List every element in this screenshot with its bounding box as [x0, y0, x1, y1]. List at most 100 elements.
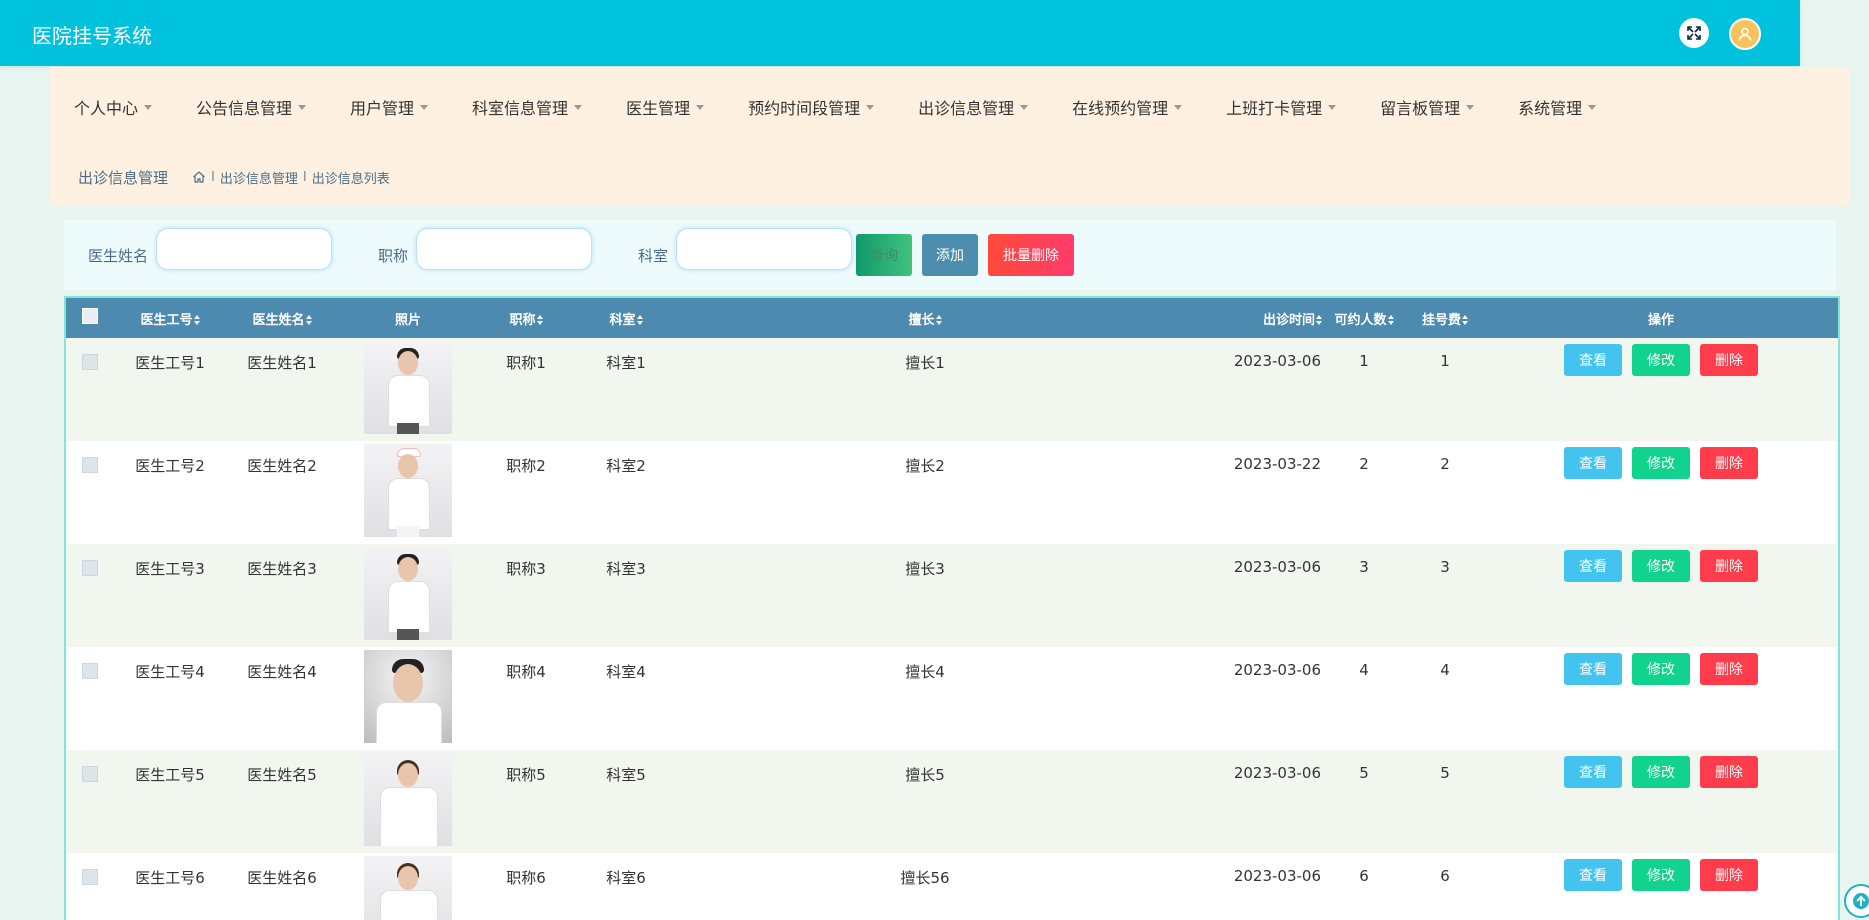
header-doctor-id[interactable]: 医生工号	[114, 298, 226, 338]
arrow-up-icon	[1852, 892, 1869, 910]
nav-item[interactable]: 上班打卡管理	[1226, 95, 1336, 119]
nav-item[interactable]: 留言板管理	[1380, 95, 1474, 119]
nav-item[interactable]: 用户管理	[350, 95, 428, 119]
delete-button[interactable]: 删除	[1700, 447, 1758, 479]
nav-item[interactable]: 在线预约管理	[1072, 95, 1182, 119]
view-button[interactable]: 查看	[1564, 344, 1622, 376]
chevron-down-icon	[1466, 105, 1474, 110]
search-bar: 医生姓名 职称 科室 查询 添加 批量删除	[64, 220, 1836, 290]
cell-department: 科室4	[574, 647, 678, 750]
delete-button[interactable]: 删除	[1700, 653, 1758, 685]
breadcrumb-separator: I	[303, 170, 307, 185]
header-visit-time[interactable]: 出诊时间	[1172, 298, 1322, 338]
edit-button[interactable]: 修改	[1632, 756, 1690, 788]
cell-doctor-name: 医生姓名6	[226, 853, 338, 920]
department-input[interactable]	[676, 228, 852, 270]
chevron-down-icon	[1020, 105, 1028, 110]
breadcrumb-level-2: 出诊信息列表	[312, 168, 390, 187]
delete-button[interactable]: 删除	[1700, 756, 1758, 788]
delete-button[interactable]: 删除	[1700, 344, 1758, 376]
sort-icon	[1462, 315, 1468, 325]
row-checkbox[interactable]	[82, 663, 98, 679]
search-button[interactable]: 查询	[856, 234, 912, 276]
department-label: 科室	[638, 245, 668, 266]
nav-item-label: 留言板管理	[1380, 95, 1460, 119]
title-input[interactable]	[416, 228, 592, 270]
breadcrumb-level-1[interactable]: 出诊信息管理	[220, 168, 298, 187]
doctor-photo	[364, 444, 452, 537]
cell-title: 职称6	[478, 853, 574, 920]
nav-item[interactable]: 个人中心	[74, 95, 152, 119]
title-label: 职称	[378, 245, 408, 266]
doctor-photo	[364, 856, 452, 920]
cell-visit-time: 2023-03-06	[1172, 338, 1322, 441]
cell-department: 科室3	[574, 544, 678, 647]
delete-button[interactable]: 删除	[1700, 859, 1758, 891]
cell-specialty: 擅长5	[678, 750, 1172, 853]
cell-specialty: 擅长3	[678, 544, 1172, 647]
cell-capacity: 3	[1322, 544, 1406, 647]
row-checkbox[interactable]	[82, 560, 98, 576]
cell-specialty: 擅长56	[678, 853, 1172, 920]
header-title[interactable]: 职称	[478, 298, 574, 338]
cell-capacity: 1	[1322, 338, 1406, 441]
cell-visit-time: 2023-03-22	[1172, 441, 1322, 544]
cell-capacity: 2	[1322, 441, 1406, 544]
doctor-name-input[interactable]	[156, 228, 332, 270]
nav-item[interactable]: 科室信息管理	[472, 95, 582, 119]
nav-item-label: 个人中心	[74, 95, 138, 119]
edit-button[interactable]: 修改	[1632, 447, 1690, 479]
row-checkbox[interactable]	[82, 766, 98, 782]
cell-specialty: 擅长1	[678, 338, 1172, 441]
header-specialty[interactable]: 擅长	[678, 298, 1172, 338]
header-fee[interactable]: 挂号费	[1406, 298, 1484, 338]
view-button[interactable]: 查看	[1564, 447, 1622, 479]
edit-button[interactable]: 修改	[1632, 550, 1690, 582]
add-button[interactable]: 添加	[922, 234, 978, 276]
select-all-checkbox[interactable]	[82, 308, 98, 324]
header-capacity[interactable]: 可约人数	[1322, 298, 1406, 338]
nav-item[interactable]: 出诊信息管理	[918, 95, 1028, 119]
nav-item-label: 公告信息管理	[196, 95, 292, 119]
chevron-down-icon	[1588, 105, 1596, 110]
edit-button[interactable]: 修改	[1632, 344, 1690, 376]
fullscreen-button[interactable]	[1679, 18, 1709, 48]
cell-department: 科室1	[574, 338, 678, 441]
row-checkbox[interactable]	[82, 869, 98, 885]
cell-doctor-name: 医生姓名4	[226, 647, 338, 750]
nav-item-label: 用户管理	[350, 95, 414, 119]
cell-doctor-id: 医生工号4	[114, 647, 226, 750]
scroll-top-button[interactable]	[1844, 884, 1869, 918]
nav-item[interactable]: 系统管理	[1518, 95, 1596, 119]
nav-item-label: 出诊信息管理	[918, 95, 1014, 119]
cell-fee: 2	[1406, 441, 1484, 544]
row-checkbox[interactable]	[82, 354, 98, 370]
fullscreen-icon	[1686, 25, 1702, 41]
doctor-photo	[364, 341, 452, 434]
sort-icon	[1316, 315, 1322, 325]
view-button[interactable]: 查看	[1564, 756, 1622, 788]
user-avatar-icon	[1737, 26, 1753, 42]
view-button[interactable]: 查看	[1564, 550, 1622, 582]
edit-button[interactable]: 修改	[1632, 653, 1690, 685]
user-avatar-button[interactable]	[1729, 18, 1761, 50]
nav-item[interactable]: 预约时间段管理	[748, 95, 874, 119]
view-button[interactable]: 查看	[1564, 653, 1622, 685]
cell-doctor-id: 医生工号2	[114, 441, 226, 544]
home-icon[interactable]	[192, 170, 206, 184]
view-button[interactable]: 查看	[1564, 859, 1622, 891]
nav-item-label: 医生管理	[626, 95, 690, 119]
header-photo: 照片	[338, 298, 478, 338]
header-doctor-name[interactable]: 医生姓名	[226, 298, 338, 338]
nav-item[interactable]: 医生管理	[626, 95, 704, 119]
batch-delete-button[interactable]: 批量删除	[988, 234, 1074, 276]
cell-department: 科室2	[574, 441, 678, 544]
edit-button[interactable]: 修改	[1632, 859, 1690, 891]
delete-button[interactable]: 删除	[1700, 550, 1758, 582]
cell-visit-time: 2023-03-06	[1172, 647, 1322, 750]
nav-item[interactable]: 公告信息管理	[196, 95, 306, 119]
header-department[interactable]: 科室	[574, 298, 678, 338]
cell-doctor-id: 医生工号6	[114, 853, 226, 920]
row-checkbox[interactable]	[82, 457, 98, 473]
cell-doctor-name: 医生姓名5	[226, 750, 338, 853]
